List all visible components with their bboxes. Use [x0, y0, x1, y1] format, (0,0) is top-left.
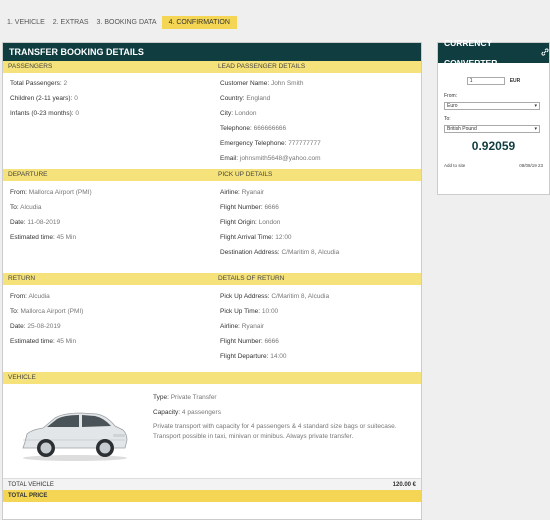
- emergency-telephone-row: Emergency Telephone: 777777777: [220, 140, 321, 147]
- total-vehicle-value: 120.00 €: [392, 482, 416, 488]
- return-airline-row: Airline: Ryanair: [220, 323, 265, 330]
- departure-estimated-time-row: Estimated time: 45 Min: [10, 234, 77, 241]
- vehicle-heading: VEHICLE: [8, 374, 36, 381]
- currency-converter-title: CURRENCY CONVERTER: [438, 38, 549, 68]
- vehicle-capacity-row: Capacity: 4 passengers: [153, 409, 221, 416]
- vehicle-section-header: VEHICLE: [3, 372, 421, 384]
- total-price-bar: TOTAL PRICE: [3, 490, 421, 502]
- step-booking-data[interactable]: 3. BOOKING DATA: [94, 16, 160, 29]
- flight-origin-row: Flight Origin: London: [220, 219, 281, 226]
- car-image: [3, 384, 143, 478]
- amount-input[interactable]: 1: [466, 77, 505, 85]
- return-date-row: Date: 25-08-2019: [10, 323, 61, 330]
- chevron-down-icon: ▾: [534, 103, 537, 109]
- currency-converter-widget: CURRENCY CONVERTER 1 EUR From: Euro ▾ To…: [437, 38, 550, 195]
- total-vehicle-row: TOTAL VEHICLE 120.00 €: [3, 478, 421, 490]
- return-heading: RETURN: [8, 275, 36, 282]
- amount-currency: EUR: [509, 78, 521, 84]
- conversion-result: 0.92059: [471, 139, 516, 153]
- add-to-site-link[interactable]: Add to site: [444, 163, 465, 168]
- pickup-details-heading: PICK UP DETAILS: [218, 171, 273, 178]
- flight-number-row: Flight Number: 6666: [220, 204, 279, 211]
- total-passengers-row: Total Passengers: 2: [10, 80, 68, 87]
- to-currency-select[interactable]: British Pound ▾: [444, 125, 540, 133]
- email-row: Email: johnsmith5648@yahoo.com: [220, 155, 321, 162]
- departure-section-header: DEPARTURE PICK UP DETAILS: [3, 169, 421, 181]
- return-details-heading: DETAILS OF RETURN: [218, 275, 285, 282]
- return-from-row: From: Alcudia: [10, 293, 50, 300]
- vehicle-description: Private transport with capacity for 4 pa…: [153, 423, 397, 440]
- destination-address-row: Destination Address: C/Maritim 8, Alcudi…: [220, 249, 340, 256]
- lead-passenger-heading: LEAD PASSENGER DETAILS: [218, 63, 306, 70]
- booking-details-panel: TRANSFER BOOKING DETAILS PASSENGERS LEAD…: [2, 42, 422, 520]
- country-row: Country: England: [220, 95, 271, 102]
- pickup-address-row: Pick Up Address: C/Maritim 8, Alcudia: [220, 293, 330, 300]
- return-section-header: RETURN DETAILS OF RETURN: [3, 273, 421, 285]
- departure-heading: DEPARTURE: [8, 171, 48, 178]
- from-label: From:: [444, 93, 458, 99]
- departure-section: From: Mallorca Airport (PMI) To: Alcudia…: [3, 181, 421, 273]
- step-extras[interactable]: 2. EXTRAS: [50, 16, 92, 29]
- chevron-down-icon: ▾: [534, 126, 537, 132]
- passengers-section-header: PASSENGERS LEAD PASSENGER DETAILS: [3, 61, 421, 73]
- from-currency-select[interactable]: Euro ▾: [444, 102, 540, 110]
- return-flight-number-row: Flight Number: 6666: [220, 338, 279, 345]
- departure-to-row: To: Alcudia: [10, 204, 42, 211]
- step-confirmation[interactable]: 4. CONFIRMATION: [161, 16, 237, 29]
- passengers-section: Total Passengers: 2 Children (2-11 years…: [3, 73, 421, 169]
- city-row: City: London: [220, 110, 257, 117]
- pickup-time-row: Pick Up Time: 10:00: [220, 308, 279, 315]
- total-vehicle-label: TOTAL VEHICLE: [8, 482, 54, 488]
- return-to-row: To: Mallorca Airport (PMI): [10, 308, 84, 315]
- departure-from-row: From: Mallorca Airport (PMI): [10, 189, 92, 196]
- passengers-heading: PASSENGERS: [8, 63, 53, 70]
- vehicle-section: Type: Private Transfer Capacity: 4 passe…: [3, 384, 421, 478]
- return-section: From: Alcudia To: Mallorca Airport (PMI)…: [3, 285, 421, 372]
- rate-timestamp: 08/08/19 23: [519, 163, 543, 168]
- flight-departure-row: Flight Departure: 14:00: [220, 353, 287, 360]
- customer-name-row: Customer Name: John Smith: [220, 80, 304, 87]
- airline-row: Airline: Ryanair: [220, 189, 265, 196]
- step-vehicle[interactable]: 1. VEHICLE: [4, 16, 48, 29]
- departure-date-row: Date: 11-08-2019: [10, 219, 61, 226]
- infants-row: Infants (0-23 months): 0: [10, 110, 80, 117]
- flight-arrival-time-row: Flight Arrival Time: 12:00: [220, 234, 292, 241]
- telephone-row: Telephone: 666666666: [220, 125, 287, 132]
- link-icon[interactable]: [538, 43, 549, 63]
- vehicle-type-row: Type: Private Transfer: [153, 394, 217, 401]
- children-row: Children (2-11 years): 0: [10, 95, 78, 102]
- to-label: To:: [444, 116, 451, 122]
- panel-title: TRANSFER BOOKING DETAILS: [3, 43, 421, 61]
- booking-steps: 1. VEHICLE 2. EXTRAS 3. BOOKING DATA 4. …: [4, 16, 239, 29]
- return-estimated-time-row: Estimated time: 45 Min: [10, 338, 77, 345]
